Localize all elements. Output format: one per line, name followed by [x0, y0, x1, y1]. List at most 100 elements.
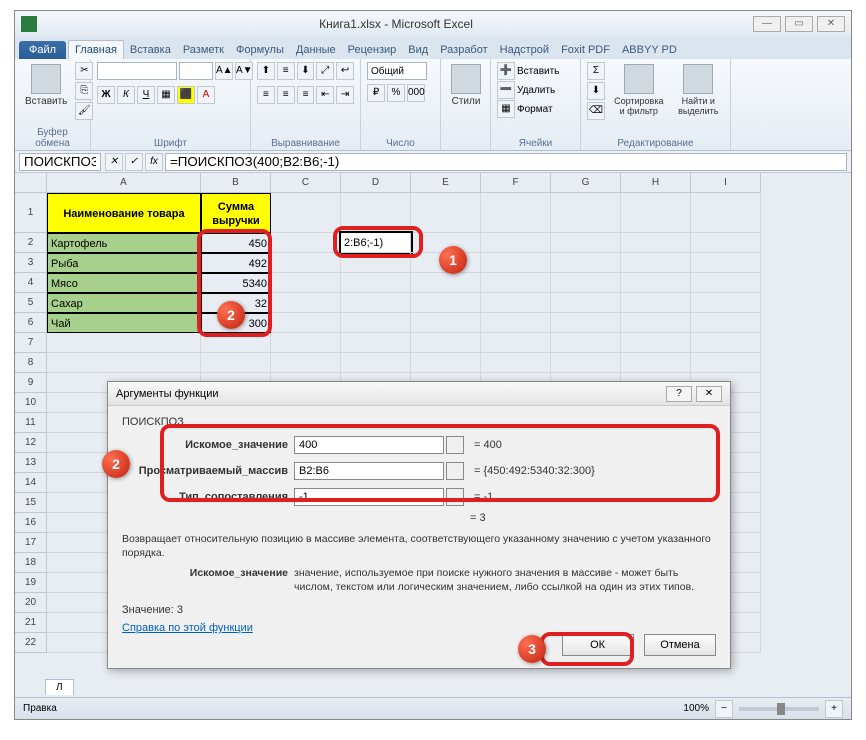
cell-E6[interactable] [411, 313, 481, 333]
cell-E5[interactable] [411, 293, 481, 313]
cell-G5[interactable] [551, 293, 621, 313]
underline-button[interactable]: Ч [137, 86, 155, 104]
bold-button[interactable]: Ж [97, 86, 115, 104]
currency-button[interactable]: ₽ [367, 84, 385, 102]
col-header-B[interactable]: B [201, 173, 271, 193]
cell-E7[interactable] [411, 333, 481, 353]
cell-H2[interactable] [621, 233, 691, 253]
cell-C2[interactable] [271, 233, 341, 253]
cell-F5[interactable] [481, 293, 551, 313]
cell-H8[interactable] [621, 353, 691, 373]
row-header-10[interactable]: 10 [15, 393, 47, 413]
cells-insert-button[interactable]: ➕Вставить [497, 62, 574, 80]
cell-B1[interactable]: Суммавыручки [201, 193, 271, 233]
cancel-button[interactable]: Отмена [644, 634, 716, 656]
cell-I8[interactable] [691, 353, 761, 373]
row-header-8[interactable]: 8 [15, 353, 47, 373]
font-color-button[interactable]: A [197, 86, 215, 104]
tab-formulas[interactable]: Формулы [230, 41, 290, 59]
increase-indent-button[interactable]: ⇥ [336, 86, 354, 104]
cell-C5[interactable] [271, 293, 341, 313]
cell-C8[interactable] [271, 353, 341, 373]
zoom-slider[interactable] [739, 707, 819, 711]
tab-pagelayout[interactable]: Разметк [177, 41, 230, 59]
cell-C1[interactable] [271, 193, 341, 233]
border-button[interactable]: ▦ [157, 86, 175, 104]
cell-A8[interactable] [47, 353, 201, 373]
col-header-F[interactable]: F [481, 173, 551, 193]
cell-D2[interactable]: 2:B6;-1) [341, 233, 411, 253]
cell-D4[interactable] [341, 273, 411, 293]
cell-H4[interactable] [621, 273, 691, 293]
cell-I1[interactable] [691, 193, 761, 233]
cell-G1[interactable] [551, 193, 621, 233]
row-header-9[interactable]: 9 [15, 373, 47, 393]
cell-I5[interactable] [691, 293, 761, 313]
cell-D3[interactable] [341, 253, 411, 273]
dialog-close-button[interactable]: ✕ [696, 386, 722, 402]
tab-view[interactable]: Вид [402, 41, 434, 59]
fill-color-button[interactable]: ⬛ [177, 86, 195, 104]
arg2-input[interactable] [294, 462, 444, 480]
orientation-button[interactable]: ⤢ [316, 62, 334, 80]
align-right-button[interactable]: ≡ [297, 86, 315, 104]
decrease-indent-button[interactable]: ⇤ [316, 86, 334, 104]
cell-B7[interactable] [201, 333, 271, 353]
enter-formula-button[interactable]: ✓ [125, 153, 143, 171]
row-header-14[interactable]: 14 [15, 473, 47, 493]
row-header-20[interactable]: 20 [15, 593, 47, 613]
file-tab[interactable]: Файл [19, 41, 66, 59]
ok-button[interactable]: ОК [562, 634, 634, 656]
cell-I7[interactable] [691, 333, 761, 353]
col-header-G[interactable]: G [551, 173, 621, 193]
row-header-17[interactable]: 17 [15, 533, 47, 553]
row-header-19[interactable]: 19 [15, 573, 47, 593]
cell-B4[interactable]: 5340 [201, 273, 271, 293]
cell-H7[interactable] [621, 333, 691, 353]
cell-B2[interactable]: 450 [201, 233, 271, 253]
cell-D5[interactable] [341, 293, 411, 313]
row-header-15[interactable]: 15 [15, 493, 47, 513]
fx-button[interactable]: fx [145, 153, 163, 171]
cell-B8[interactable] [201, 353, 271, 373]
help-link[interactable]: Справка по этой функции [122, 622, 253, 634]
arg1-ref-button[interactable] [446, 436, 464, 454]
sheet-tab-1[interactable]: Л [45, 679, 74, 695]
grow-font-button[interactable]: A▲ [215, 62, 233, 80]
cell-E8[interactable] [411, 353, 481, 373]
cell-G4[interactable] [551, 273, 621, 293]
select-all-corner[interactable] [15, 173, 47, 193]
arg2-ref-button[interactable] [446, 462, 464, 480]
col-header-I[interactable]: I [691, 173, 761, 193]
minimize-button[interactable]: — [753, 16, 781, 32]
paste-button[interactable]: Вставить [21, 62, 71, 126]
cell-H6[interactable] [621, 313, 691, 333]
formula-input[interactable] [165, 153, 847, 171]
tab-insert[interactable]: Вставка [124, 41, 177, 59]
font-name-input[interactable] [97, 62, 177, 80]
cell-A5[interactable]: Сахар [47, 293, 201, 313]
col-header-D[interactable]: D [341, 173, 411, 193]
cell-G3[interactable] [551, 253, 621, 273]
comma-button[interactable]: 000 [407, 84, 425, 102]
tab-home[interactable]: Главная [68, 40, 124, 59]
align-top-button[interactable]: ⬆ [257, 62, 275, 80]
cell-F3[interactable] [481, 253, 551, 273]
cells-format-button[interactable]: ▦Формат [497, 100, 574, 118]
cell-D6[interactable] [341, 313, 411, 333]
col-header-C[interactable]: C [271, 173, 341, 193]
cell-G8[interactable] [551, 353, 621, 373]
row-header-6[interactable]: 6 [15, 313, 47, 333]
zoom-out-button[interactable]: − [715, 700, 733, 718]
cell-C6[interactable] [271, 313, 341, 333]
cancel-formula-button[interactable]: ✕ [105, 153, 123, 171]
tab-addins[interactable]: Надстрой [494, 41, 555, 59]
row-header-21[interactable]: 21 [15, 613, 47, 633]
font-size-input[interactable] [179, 62, 213, 80]
cell-F2[interactable] [481, 233, 551, 253]
cell-C7[interactable] [271, 333, 341, 353]
cell-F1[interactable] [481, 193, 551, 233]
wrap-text-button[interactable]: ↩ [336, 62, 354, 80]
cell-D8[interactable] [341, 353, 411, 373]
tab-foxit[interactable]: Foxit PDF [555, 41, 616, 59]
